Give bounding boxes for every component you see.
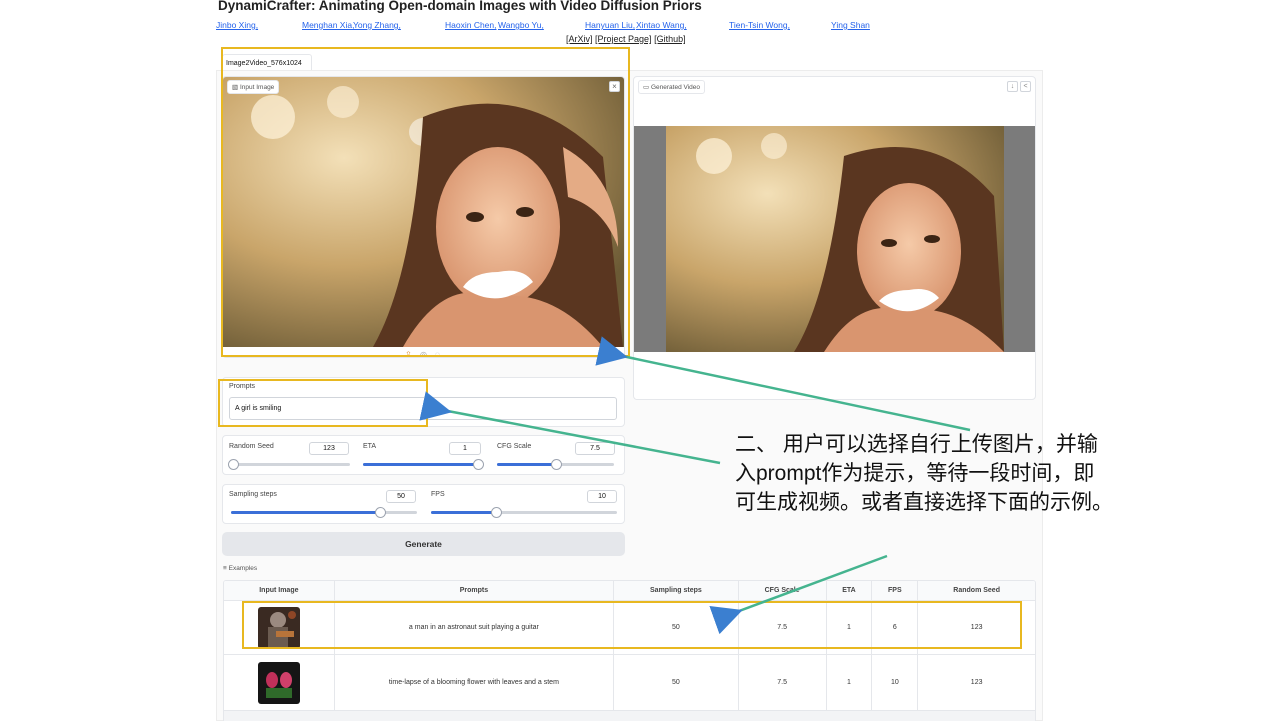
header-cell: Sampling steps — [614, 581, 739, 600]
example-thumbnail-cell[interactable] — [224, 601, 335, 654]
arxiv-link[interactable]: [ArXiv] — [566, 34, 593, 44]
fps-slider[interactable] — [431, 507, 617, 518]
table-cell: 7.5 — [739, 601, 827, 654]
example-thumbnail[interactable] — [257, 661, 300, 704]
author-link[interactable]: Tien-Tsin Wong, — [729, 20, 790, 30]
clipboard-icon[interactable]: ◌ — [435, 350, 440, 357]
generated-video-box: ▭ Generated Video ↓ < — [633, 76, 1036, 400]
header-cell: Random Seed — [953, 587, 1000, 594]
author-link[interactable]: Hanyuan Liu, — [585, 20, 635, 30]
author-link[interactable]: Haoxin Chen, — [445, 20, 497, 30]
cfg-label: CFG Scale — [497, 443, 532, 450]
seed-slider[interactable] — [228, 459, 350, 470]
table-cell: 10 — [872, 655, 919, 710]
prompt-label: Prompts — [229, 383, 256, 390]
author-link[interactable]: Wangbo Yu, — [498, 20, 544, 30]
seed-input[interactable]: 123 — [309, 442, 349, 455]
input-image-box[interactable]: ▧ Input Image × ⇪ ◎ ◌ — [222, 76, 625, 358]
table-cell: time-lapse of a blooming flower with lea… — [335, 655, 615, 710]
steps-slider[interactable] — [231, 507, 417, 518]
slider-thumb[interactable] — [473, 459, 484, 470]
slider-thumb[interactable] — [374, 507, 386, 518]
header-cell: CFG Scale — [739, 581, 827, 600]
cfg-slider[interactable] — [497, 459, 614, 470]
slider-thumb[interactable] — [550, 459, 562, 470]
page-title: DynamiCrafter: Animating Open-domain Ima… — [218, 0, 702, 13]
table-cell: 123 — [970, 679, 983, 686]
generate-button[interactable]: Generate — [222, 532, 625, 556]
table-row[interactable]: time-lapse of a blooming flower with lea… — [224, 655, 1035, 711]
share-icon[interactable]: < — [1020, 81, 1031, 92]
upload-icon[interactable]: ⇪ — [405, 350, 412, 357]
examples-table: Input Image Prompts Sampling steps CFG S… — [223, 580, 1036, 721]
github-link[interactable]: [Github] — [654, 34, 686, 44]
fps-input[interactable]: 10 — [587, 490, 617, 503]
steps-input[interactable]: 50 — [386, 490, 416, 503]
examples-label: ≡ Examples — [223, 565, 258, 572]
table-cell: 1 — [827, 655, 873, 710]
header-cell: FPS — [872, 581, 919, 600]
close-icon[interactable]: × — [609, 81, 620, 92]
header-cell: Prompts — [335, 581, 615, 600]
table-cell: 7.5 — [739, 655, 827, 710]
webcam-icon[interactable]: ◎ — [420, 350, 427, 357]
cfg-input[interactable]: 7.5 — [575, 442, 615, 455]
example-thumbnail-cell[interactable] — [224, 655, 335, 710]
header-cell: Input Image — [224, 581, 335, 600]
author-link[interactable]: Jinbo Xing, — [216, 20, 258, 30]
prompt-input[interactable]: A girl is smiling — [229, 397, 617, 420]
generated-video-frame[interactable] — [634, 126, 1036, 352]
table-cell: 1 — [827, 601, 873, 654]
steps-label: Sampling steps — [229, 491, 277, 498]
author-link[interactable]: Xintao Wang, — [636, 20, 687, 30]
image-icon: ▧ — [232, 84, 239, 91]
input-photo — [223, 77, 624, 347]
author-link[interactable]: Menghan Xia, — [302, 20, 354, 30]
table-row[interactable] — [224, 711, 1035, 721]
project-links: [ArXiv] [Project Page] [Github] — [566, 34, 686, 44]
table-cell: 6 — [872, 601, 919, 654]
generated-video-label: ▭ Generated Video — [638, 80, 705, 94]
author-link[interactable]: Yong Zhang, — [353, 20, 401, 30]
table-row[interactable]: a man in an astronaut suit playing a gui… — [224, 601, 1035, 655]
eta-label: ETA — [363, 443, 377, 450]
controls-row-1 — [222, 435, 625, 475]
table-cell: a man in an astronaut suit playing a gui… — [335, 601, 615, 654]
video-icon: ▭ — [643, 84, 650, 91]
annotation-text: 二、 用户可以选择自行上传图片，并输入prompt作为提示，等待一段时间，即可生… — [735, 433, 1113, 514]
eta-slider[interactable] — [363, 459, 484, 470]
example-thumbnail[interactable] — [257, 606, 300, 649]
list-icon: ≡ — [223, 565, 227, 572]
seed-label: Random Seed — [229, 443, 274, 450]
table-cell: 50 — [614, 601, 739, 654]
input-image-label: ▧ Input Image — [227, 80, 280, 94]
table-cell: 123 — [970, 624, 983, 631]
table-cell: 50 — [614, 655, 739, 710]
fps-label: FPS — [431, 491, 445, 498]
download-icon[interactable]: ↓ — [1007, 81, 1018, 92]
table-header: Input Image Prompts Sampling steps CFG S… — [224, 581, 1035, 601]
author-link[interactable]: Ying Shan — [831, 20, 870, 30]
controls-row-2 — [222, 484, 625, 524]
header-cell: ETA — [827, 581, 873, 600]
eta-input[interactable]: 1 — [449, 442, 481, 455]
project-page-link[interactable]: [Project Page] — [595, 34, 652, 44]
